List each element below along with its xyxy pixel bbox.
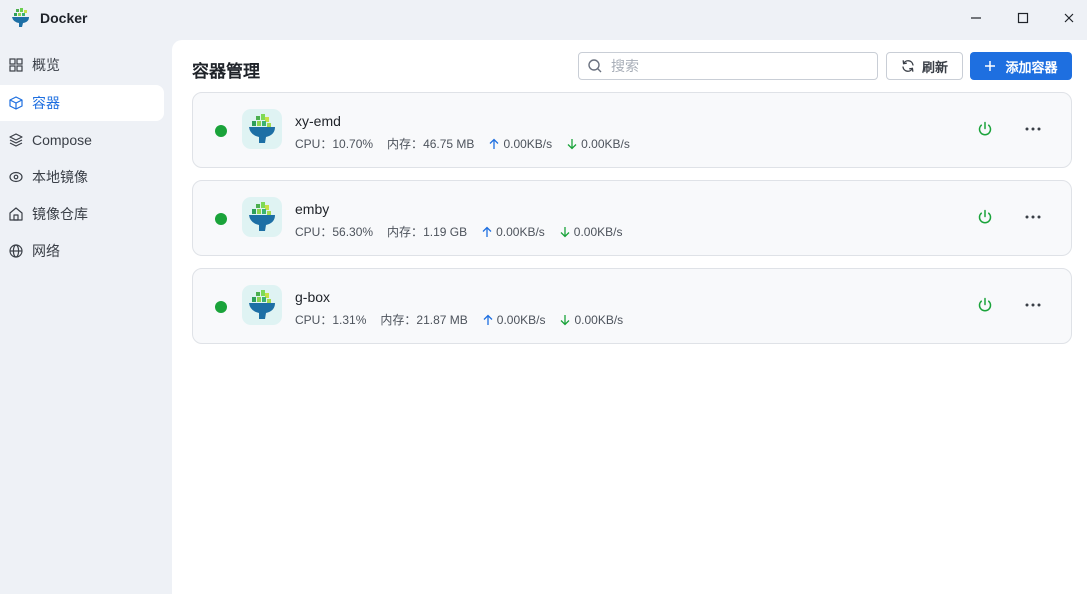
cpu-value: 10.70% xyxy=(332,136,374,151)
refresh-label: 刷新 xyxy=(921,59,948,75)
sidebar-item-local-images[interactable]: 本地镜像 xyxy=(0,159,164,195)
close-button[interactable] xyxy=(1049,4,1087,32)
sidebar-item-compose[interactable]: Compose xyxy=(0,122,164,158)
sidebar-item-overview[interactable]: 概览 xyxy=(0,47,164,83)
cpu-label: CPU： xyxy=(295,137,333,151)
more-options-button[interactable] xyxy=(1021,119,1045,139)
download-rate: 0.00KB/s xyxy=(574,312,624,327)
more-options-button[interactable] xyxy=(1021,207,1045,227)
app-title: Docker xyxy=(40,10,88,26)
container-app-icon xyxy=(242,285,282,325)
upload-arrow-icon xyxy=(481,226,493,238)
sidebar-item-label: 网络 xyxy=(32,243,60,259)
title-bar: Docker xyxy=(0,0,1087,38)
download-arrow-icon xyxy=(566,138,578,150)
close-icon xyxy=(1064,13,1074,23)
minimize-button[interactable] xyxy=(956,4,996,32)
search-icon xyxy=(588,59,602,73)
refresh-icon xyxy=(902,60,914,72)
sidebar-item-containers[interactable]: 容器 xyxy=(0,85,164,121)
maximize-button[interactable] xyxy=(1003,4,1043,32)
sidebar-item-image-registry[interactable]: 镜像仓库 xyxy=(0,196,164,232)
container-app-icon xyxy=(242,109,282,149)
upload-arrow-icon xyxy=(488,138,500,150)
download-rate: 0.00KB/s xyxy=(573,224,623,239)
layers-icon xyxy=(9,133,23,147)
main-panel: 容器管理 刷新 添加容器 xy-emd CPU： 10.70% 内存： 46.7… xyxy=(172,40,1087,594)
upload-rate: 0.00KB/s xyxy=(496,224,545,239)
more-horizontal-icon xyxy=(1025,303,1041,307)
plus-icon xyxy=(985,61,996,71)
add-container-button[interactable]: 添加容器 xyxy=(970,52,1072,80)
add-container-label: 添加容器 xyxy=(1005,59,1058,75)
memory-value: 1.19 GB xyxy=(423,224,468,239)
cpu-value: 56.30% xyxy=(332,224,374,239)
cpu-value: 1.31% xyxy=(332,312,367,327)
container-stats: CPU： 10.70% 内存： 46.75 MB 0.00KB/s 0.00KB… xyxy=(295,135,630,152)
sidebar-item-label: 本地镜像 xyxy=(32,169,88,185)
container-card[interactable]: g-box CPU： 1.31% 内存： 21.87 MB 0.00KB/s 0… xyxy=(192,268,1072,344)
power-icon xyxy=(978,209,992,224)
container-stats: CPU： 1.31% 内存： 21.87 MB 0.00KB/s 0.00KB/… xyxy=(295,311,623,328)
memory-value: 46.75 MB xyxy=(423,136,475,151)
upload-rate: 0.00KB/s xyxy=(496,312,546,327)
sidebar-item-label: Compose xyxy=(32,132,92,148)
download-arrow-icon xyxy=(559,314,571,326)
sidebar-item-label: 概览 xyxy=(32,57,60,73)
power-button[interactable] xyxy=(975,207,995,227)
docker-app-icon xyxy=(12,8,29,27)
minimize-icon xyxy=(971,17,981,19)
upload-arrow-icon xyxy=(482,314,494,326)
power-icon xyxy=(978,297,992,312)
more-horizontal-icon xyxy=(1025,215,1041,219)
search-box[interactable] xyxy=(578,52,878,80)
status-running-indicator xyxy=(215,213,227,225)
container-card[interactable]: xy-emd CPU： 10.70% 内存： 46.75 MB 0.00KB/s… xyxy=(192,92,1072,168)
status-running-indicator xyxy=(215,125,227,137)
grid-icon xyxy=(9,58,23,72)
maximize-icon xyxy=(1017,12,1029,24)
search-input[interactable] xyxy=(611,58,861,74)
power-icon xyxy=(978,121,992,136)
page-title: 容器管理 xyxy=(192,62,260,81)
memory-label: 内存： xyxy=(387,137,424,151)
container-name: g-box xyxy=(295,289,331,305)
more-horizontal-icon xyxy=(1025,127,1041,131)
more-options-button[interactable] xyxy=(1021,295,1045,315)
container-app-icon xyxy=(242,197,282,237)
memory-label: 内存： xyxy=(380,313,417,327)
container-name: emby xyxy=(295,201,330,217)
home-icon xyxy=(9,207,23,221)
globe-icon xyxy=(9,244,23,258)
sidebar-item-label: 容器 xyxy=(32,95,60,111)
refresh-button[interactable]: 刷新 xyxy=(886,52,963,80)
container-name: xy-emd xyxy=(295,113,341,129)
download-arrow-icon xyxy=(559,226,571,238)
container-stats: CPU： 56.30% 内存： 1.19 GB 0.00KB/s 0.00KB/… xyxy=(295,223,623,240)
power-button[interactable] xyxy=(975,295,995,315)
upload-rate: 0.00KB/s xyxy=(503,136,553,151)
sidebar-item-network[interactable]: 网络 xyxy=(0,233,164,269)
container-card[interactable]: emby CPU： 56.30% 内存： 1.19 GB 0.00KB/s 0.… xyxy=(192,180,1072,256)
sidebar-item-label: 镜像仓库 xyxy=(32,206,88,222)
status-running-indicator xyxy=(215,301,227,313)
cpu-label: CPU： xyxy=(295,225,333,239)
memory-label: 内存： xyxy=(387,225,424,239)
download-rate: 0.00KB/s xyxy=(581,136,630,151)
cpu-label: CPU： xyxy=(295,313,333,327)
memory-value: 21.87 MB xyxy=(416,312,468,327)
power-button[interactable] xyxy=(975,119,995,139)
cube-icon xyxy=(9,96,23,110)
disk-icon xyxy=(9,170,23,184)
